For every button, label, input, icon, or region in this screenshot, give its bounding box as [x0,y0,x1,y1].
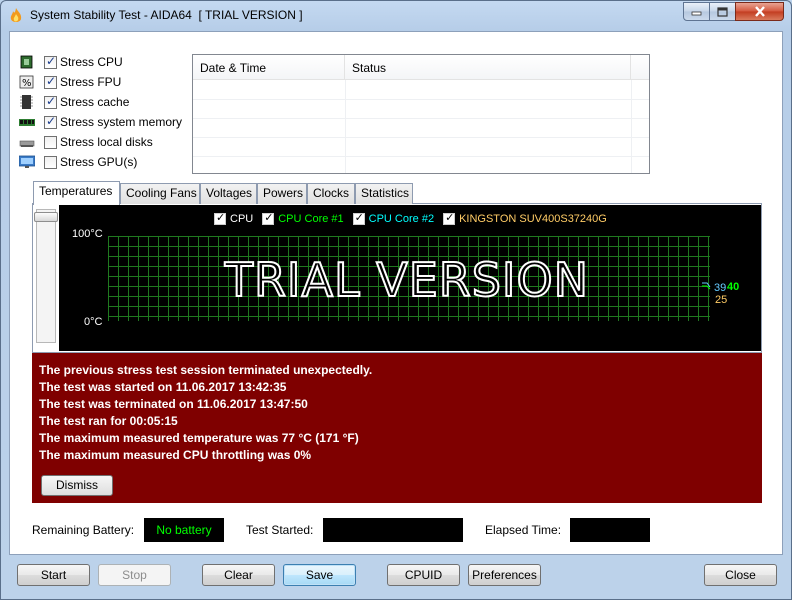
maximize-button[interactable] [709,2,736,21]
legend-item-cpu-core-1[interactable]: CPU Core #1 [262,211,344,225]
alert-line: The maximum measured temperature was 77 … [39,431,359,445]
disk-reading: 25 [715,294,728,306]
tab-cooling-fans[interactable]: Cooling Fans [120,183,200,204]
temperature-graph: CPU CPU Core #1 CPU Core #2 KINGSTON SUV… [59,205,761,351]
cpuid-button[interactable]: CPUID [387,564,460,586]
stress-memory-checkbox[interactable] [44,114,57,129]
app-window: System Stability Test - AIDA64 [ TRIAL V… [0,0,792,600]
close-window-button[interactable] [735,2,784,21]
monitor-gpu-icon [18,155,36,169]
alert-line: The test was started on 11.06.2017 13:42… [39,380,287,394]
alert-line: The test ran for 00:05:15 [39,414,178,428]
log-header: Date & Time Status [193,55,649,80]
stress-memory-option[interactable]: Stress system memory [19,113,182,131]
graph-scale-slider[interactable] [36,209,56,343]
remaining-battery-label: Remaining Battery: [32,523,135,537]
stop-button[interactable]: Stop [98,564,171,586]
minimize-icon [691,11,702,16]
trend-line-icon [702,282,711,290]
stress-gpu-checkbox[interactable] [44,155,57,169]
trial-watermark: TRIAL VERSION [224,252,590,308]
alert-line: The test was terminated on 11.06.2017 13… [39,397,308,411]
disk-drive-icon [19,135,35,149]
legend-checkbox[interactable] [214,211,226,225]
stress-cpu-option[interactable]: Stress CPU [19,53,123,71]
alert-line: The maximum measured CPU throttling was … [39,448,312,462]
log-row-divider [193,118,649,119]
minimize-button[interactable] [683,2,710,21]
legend-label: KINGSTON SUV400S37240G [459,213,607,225]
test-started-label: Test Started: [246,523,314,537]
tab-powers[interactable]: Powers [257,183,307,204]
status-column-header[interactable]: Status [345,55,631,80]
stress-disks-option[interactable]: Stress local disks [19,133,153,151]
test-started-value [323,518,463,542]
preferences-button[interactable]: Preferences [468,564,541,586]
memory-module-icon [19,115,35,129]
elapsed-time-label: Elapsed Time: [485,523,562,537]
tab-statistics[interactable]: Statistics [355,183,413,204]
stress-cache-checkbox[interactable] [44,94,57,109]
stress-cache-label: Stress cache [60,95,130,109]
cpu-core-reading: 40 [727,281,740,293]
save-button[interactable]: Save [283,564,356,586]
stress-disks-label: Stress local disks [60,135,153,149]
log-row-divider [193,99,649,100]
stress-fpu-checkbox[interactable] [44,74,57,89]
elapsed-time-value [570,518,650,542]
tab-voltages[interactable]: Voltages [200,183,257,204]
stress-disks-checkbox[interactable] [44,135,57,149]
stress-cpu-checkbox[interactable] [44,54,57,69]
date-time-column-header[interactable]: Date & Time [193,55,345,80]
y-axis-max-label: 100°C [72,228,103,240]
close-icon [754,6,765,17]
stress-gpu-label: Stress GPU(s) [60,155,138,169]
stress-cpu-label: Stress CPU [60,55,123,69]
log-row-divider [193,156,649,157]
legend-checkbox[interactable] [352,211,365,225]
flame-icon [10,8,22,22]
legend-label: CPU [230,213,254,225]
window-title: System Stability Test - AIDA64 [ TRIAL V… [30,8,303,22]
stress-fpu-label: Stress FPU [60,75,122,89]
event-log-table[interactable]: Date & Time Status [192,54,650,174]
legend-checkbox[interactable] [443,211,456,225]
cache-chip-icon [19,95,35,109]
legend-item-kingston[interactable]: KINGSTON SUV400S37240G [443,211,607,225]
legend-label: CPU Core #2 [368,213,435,225]
graph-legend: CPU CPU Core #1 CPU Core #2 KINGSTON SUV… [214,211,616,225]
log-column-divider [631,80,632,173]
tab-clocks[interactable]: Clocks [307,183,355,204]
legend-label: CPU Core #1 [278,213,344,225]
fpu-percent-icon: % [19,75,35,89]
legend-checkbox[interactable] [262,211,275,225]
remaining-battery-value: No battery [144,518,224,542]
stress-memory-label: Stress system memory [60,115,183,129]
stress-gpu-option[interactable]: Stress GPU(s) [18,153,138,171]
title-bar[interactable]: System Stability Test - AIDA64 [ TRIAL V… [1,1,791,31]
log-row-divider [193,137,649,138]
maximize-icon [717,6,728,17]
close-button[interactable]: Close [704,564,777,586]
stress-cache-option[interactable]: Stress cache [19,93,129,111]
crash-alert-panel: The previous stress test session termina… [32,353,762,503]
graph-scale-slider-thumb[interactable] [34,212,58,222]
clear-button[interactable]: Clear [202,564,275,586]
legend-item-cpu-core-2[interactable]: CPU Core #2 [352,211,435,225]
stress-fpu-option[interactable]: % Stress FPU [19,73,121,91]
cpu-chip-icon [19,55,35,69]
log-column-divider [345,80,346,173]
dismiss-button[interactable]: Dismiss [41,475,113,496]
alert-line: The previous stress test session termina… [39,363,373,377]
legend-item-cpu[interactable]: CPU [214,211,254,225]
tab-temperatures[interactable]: Temperatures [33,181,120,205]
cpu-reading: 39 [714,282,727,294]
svg-text:%: % [22,78,32,89]
y-axis-min-label: 0°C [84,316,103,328]
start-button[interactable]: Start [17,564,90,586]
